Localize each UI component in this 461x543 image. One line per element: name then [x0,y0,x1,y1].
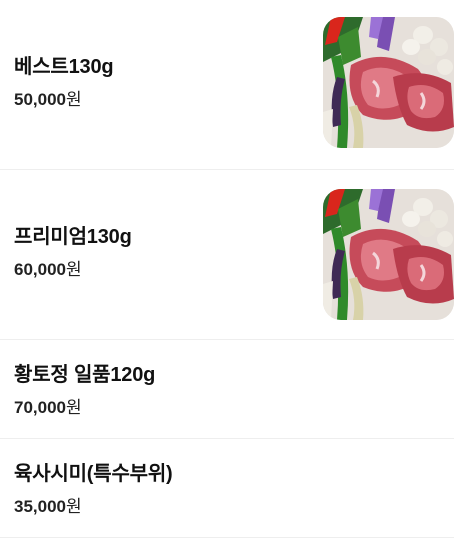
menu-item-name: 육사시미(특수부위) [14,463,173,485]
price-unit: 원 [66,497,82,516]
price-unit: 원 [66,260,82,279]
menu-item-text: 육사시미(특수부위) 35,000원 [14,461,173,518]
price-unit: 원 [66,90,82,109]
beef-platter-illustration [323,17,454,148]
menu-item-hwangtojeong[interactable]: 황토정 일품120g 70,000원 [0,340,454,439]
price-amount: 35,000 [14,497,66,516]
menu-item-yuksashimi[interactable]: 육사시미(특수부위) 35,000원 [0,439,454,538]
menu-item-text: 황토정 일품120g 70,000원 [14,362,155,419]
menu-item-name: 황토정 일품120g [14,364,156,386]
menu-item-price: 70,000원 [14,397,155,419]
menu-item-name: 베스트130g [14,56,114,78]
price-unit: 원 [66,398,82,417]
beef-platter-illustration [323,189,454,320]
menu-item-text: 프리미엄130g 60,000원 [14,224,132,281]
price-amount: 60,000 [14,260,66,279]
menu-list: 베스트130g 50,000원 프리미엄130g 60,000원 황토정 일품1… [0,0,461,538]
menu-item-price: 35,000원 [14,496,173,518]
menu-item-name: 프리미엄130g [14,226,132,248]
menu-item-price: 50,000원 [14,89,113,111]
price-amount: 50,000 [14,90,66,109]
menu-item-text: 베스트130g 50,000원 [14,54,114,111]
menu-item-best[interactable]: 베스트130g 50,000원 [0,0,454,170]
menu-item-premium[interactable]: 프리미엄130g 60,000원 [0,170,454,340]
beef-platter-photo[interactable] [323,17,454,148]
menu-item-price: 60,000원 [14,259,132,281]
price-amount: 70,000 [14,398,66,417]
beef-platter-photo[interactable] [323,189,454,320]
